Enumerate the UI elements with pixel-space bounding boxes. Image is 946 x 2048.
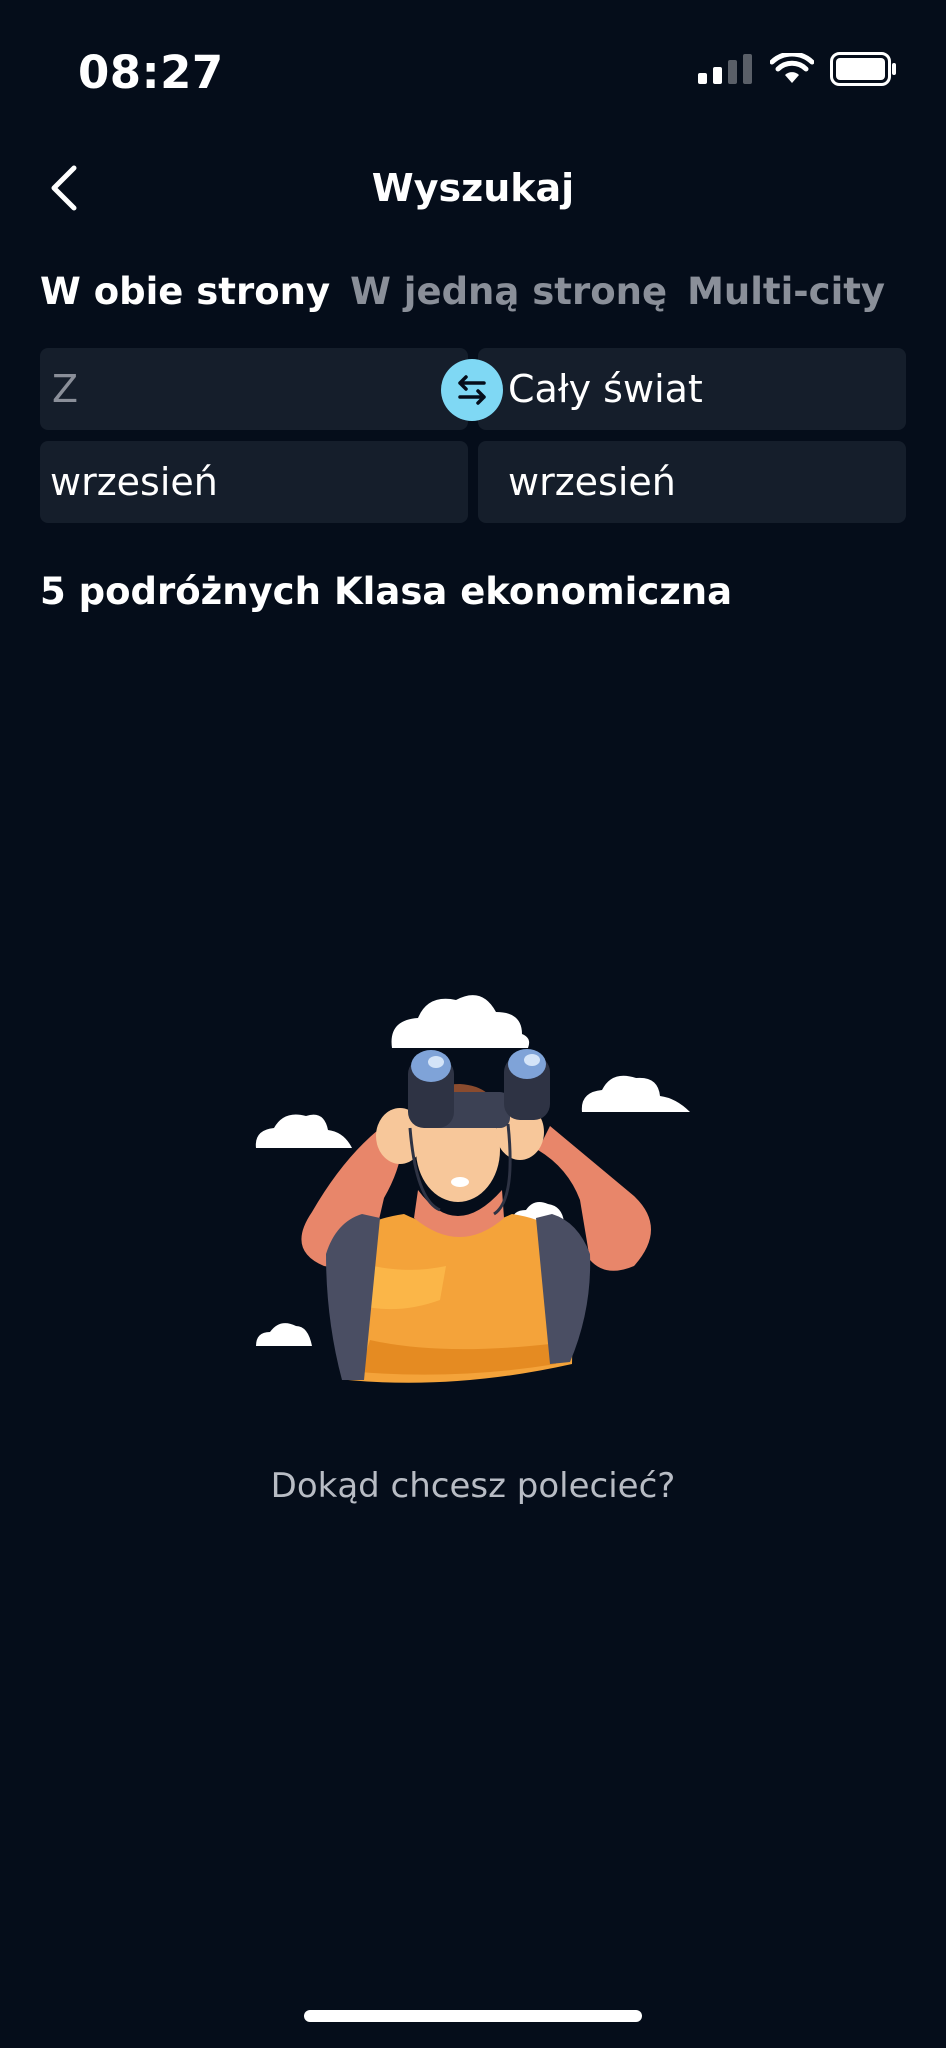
signal-icon bbox=[698, 54, 752, 84]
trip-type-tabs: W obie strony W jedną stronę Multi-city bbox=[40, 270, 885, 313]
status-icons bbox=[698, 52, 898, 86]
tab-one-way[interactable]: W jedną stronę bbox=[350, 270, 667, 313]
tab-multi-city[interactable]: Multi-city bbox=[687, 270, 885, 313]
wifi-icon bbox=[770, 53, 814, 83]
status-time: 08:27 bbox=[78, 46, 224, 99]
destination-field[interactable]: Cały świat bbox=[478, 348, 906, 430]
swap-button[interactable] bbox=[441, 359, 503, 421]
return-date-field[interactable]: wrzesień bbox=[478, 441, 906, 523]
departure-date-value: wrzesień bbox=[50, 460, 218, 504]
battery-icon bbox=[830, 52, 896, 86]
destination-value: Cały świat bbox=[508, 367, 703, 411]
cabin-class-selector[interactable]: Klasa ekonomiczna bbox=[334, 570, 732, 613]
empty-state-message: Dokąd chcesz polecieć? bbox=[270, 1466, 676, 1506]
person-with-binoculars-illustration bbox=[255, 995, 690, 1383]
origin-placeholder: Z bbox=[52, 367, 79, 411]
swap-arrows-icon bbox=[458, 375, 486, 405]
travellers-selector[interactable]: 5 podróżnych bbox=[40, 570, 321, 613]
origin-field[interactable]: Z bbox=[40, 348, 468, 430]
page-title: Wyszukaj bbox=[371, 166, 575, 210]
tab-round-trip[interactable]: W obie strony bbox=[40, 270, 330, 313]
return-date-value: wrzesień bbox=[508, 460, 676, 504]
home-indicator[interactable] bbox=[304, 2010, 642, 2022]
departure-date-field[interactable]: wrzesień bbox=[40, 441, 468, 523]
